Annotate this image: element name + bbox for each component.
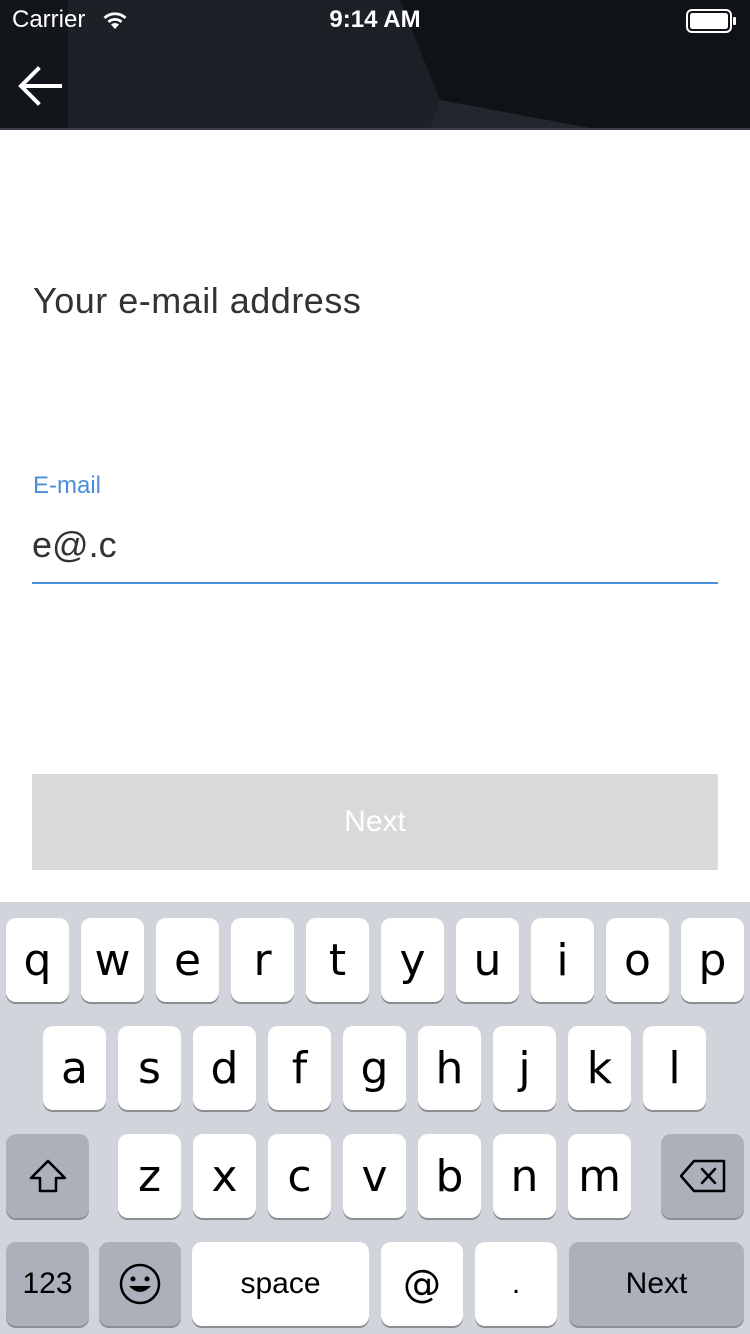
key-n[interactable]: n bbox=[493, 1134, 556, 1218]
page-title: Your e-mail address bbox=[33, 280, 362, 321]
key-g[interactable]: g bbox=[343, 1026, 406, 1110]
email-field-container bbox=[32, 518, 718, 584]
key-k[interactable]: k bbox=[568, 1026, 631, 1110]
at-key[interactable]: @ bbox=[381, 1242, 463, 1326]
key-c[interactable]: c bbox=[268, 1134, 331, 1218]
numbers-key[interactable]: 123 bbox=[6, 1242, 89, 1326]
key-m[interactable]: m bbox=[568, 1134, 631, 1218]
battery-icon bbox=[686, 9, 738, 40]
dot-key[interactable]: . bbox=[475, 1242, 557, 1326]
return-next-key[interactable]: Next bbox=[569, 1242, 744, 1326]
key-a[interactable]: a bbox=[43, 1026, 106, 1110]
backspace-icon bbox=[679, 1159, 725, 1193]
key-i[interactable]: i bbox=[531, 918, 594, 1002]
key-p[interactable]: p bbox=[681, 918, 744, 1002]
key-u[interactable]: u bbox=[456, 918, 519, 1002]
app-header: Carrier 9:14 AM bbox=[0, 0, 750, 130]
delete-key[interactable] bbox=[661, 1134, 744, 1218]
email-field[interactable] bbox=[32, 518, 718, 572]
key-x[interactable]: x bbox=[193, 1134, 256, 1218]
key-o[interactable]: o bbox=[606, 918, 669, 1002]
back-button[interactable] bbox=[0, 44, 80, 128]
shift-icon bbox=[29, 1159, 66, 1193]
key-y[interactable]: y bbox=[381, 918, 444, 1002]
next-button[interactable]: Next bbox=[32, 774, 718, 870]
key-f[interactable]: f bbox=[268, 1026, 331, 1110]
key-j[interactable]: j bbox=[493, 1026, 556, 1110]
key-s[interactable]: s bbox=[118, 1026, 181, 1110]
status-time: 9:14 AM bbox=[329, 6, 421, 33]
key-q[interactable]: q bbox=[6, 918, 69, 1002]
key-d[interactable]: d bbox=[193, 1026, 256, 1110]
on-screen-keyboard: q w e r t y u i o p a s d f g h j k l z … bbox=[0, 902, 750, 1334]
emoji-icon bbox=[119, 1263, 161, 1305]
key-l[interactable]: l bbox=[643, 1026, 706, 1110]
shift-key[interactable] bbox=[6, 1134, 89, 1218]
arrow-left-icon bbox=[18, 66, 62, 106]
key-e[interactable]: e bbox=[156, 918, 219, 1002]
status-bar: Carrier 9:14 AM bbox=[0, 0, 750, 40]
key-w[interactable]: w bbox=[81, 918, 144, 1002]
email-field-label: E-mail bbox=[33, 472, 102, 499]
key-h[interactable]: h bbox=[418, 1026, 481, 1110]
emoji-key[interactable] bbox=[99, 1242, 181, 1326]
key-t[interactable]: t bbox=[306, 918, 369, 1002]
key-r[interactable]: r bbox=[231, 918, 294, 1002]
key-b[interactable]: b bbox=[418, 1134, 481, 1218]
space-key[interactable]: space bbox=[192, 1242, 369, 1326]
key-v[interactable]: v bbox=[343, 1134, 406, 1218]
key-z[interactable]: z bbox=[118, 1134, 181, 1218]
